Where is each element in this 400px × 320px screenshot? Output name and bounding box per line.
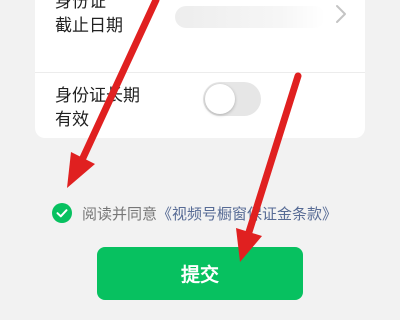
agreement-terms-link[interactable]: 《视频号橱窗保证金条款》 — [157, 203, 337, 224]
screen: 身份证 截止日期 身份证长期 有效 阅读并同意 《视频号橱窗保证金条款》 提交 — [0, 0, 400, 320]
id-longterm-label-line1: 身份证长期 — [55, 86, 140, 106]
id-info-card: 身份证 截止日期 身份证长期 有效 — [35, 0, 365, 138]
check-circle-icon[interactable] — [52, 203, 72, 223]
id-expiry-label-line1: 身份证 — [55, 0, 106, 12]
id-expiry-label-line2: 截止日期 — [55, 16, 123, 36]
id-expiry-label: 身份证 截止日期 — [55, 0, 123, 38]
id-expiry-value-blurred — [175, 6, 325, 28]
id-expiry-row[interactable]: 身份证 截止日期 — [35, 0, 365, 73]
submit-button[interactable]: 提交 — [97, 247, 303, 300]
agreement-text: 阅读并同意 — [82, 204, 158, 223]
toggle-knob — [205, 84, 235, 114]
chevron-right-icon — [336, 5, 346, 23]
id-longterm-row: 身份证长期 有效 — [35, 72, 365, 138]
id-longterm-label: 身份证长期 有效 — [55, 84, 140, 132]
id-longterm-label-line2: 有效 — [55, 110, 89, 130]
id-longterm-toggle[interactable] — [203, 82, 261, 116]
agreement-row: 阅读并同意 《视频号橱窗保证金条款》 — [52, 201, 337, 225]
